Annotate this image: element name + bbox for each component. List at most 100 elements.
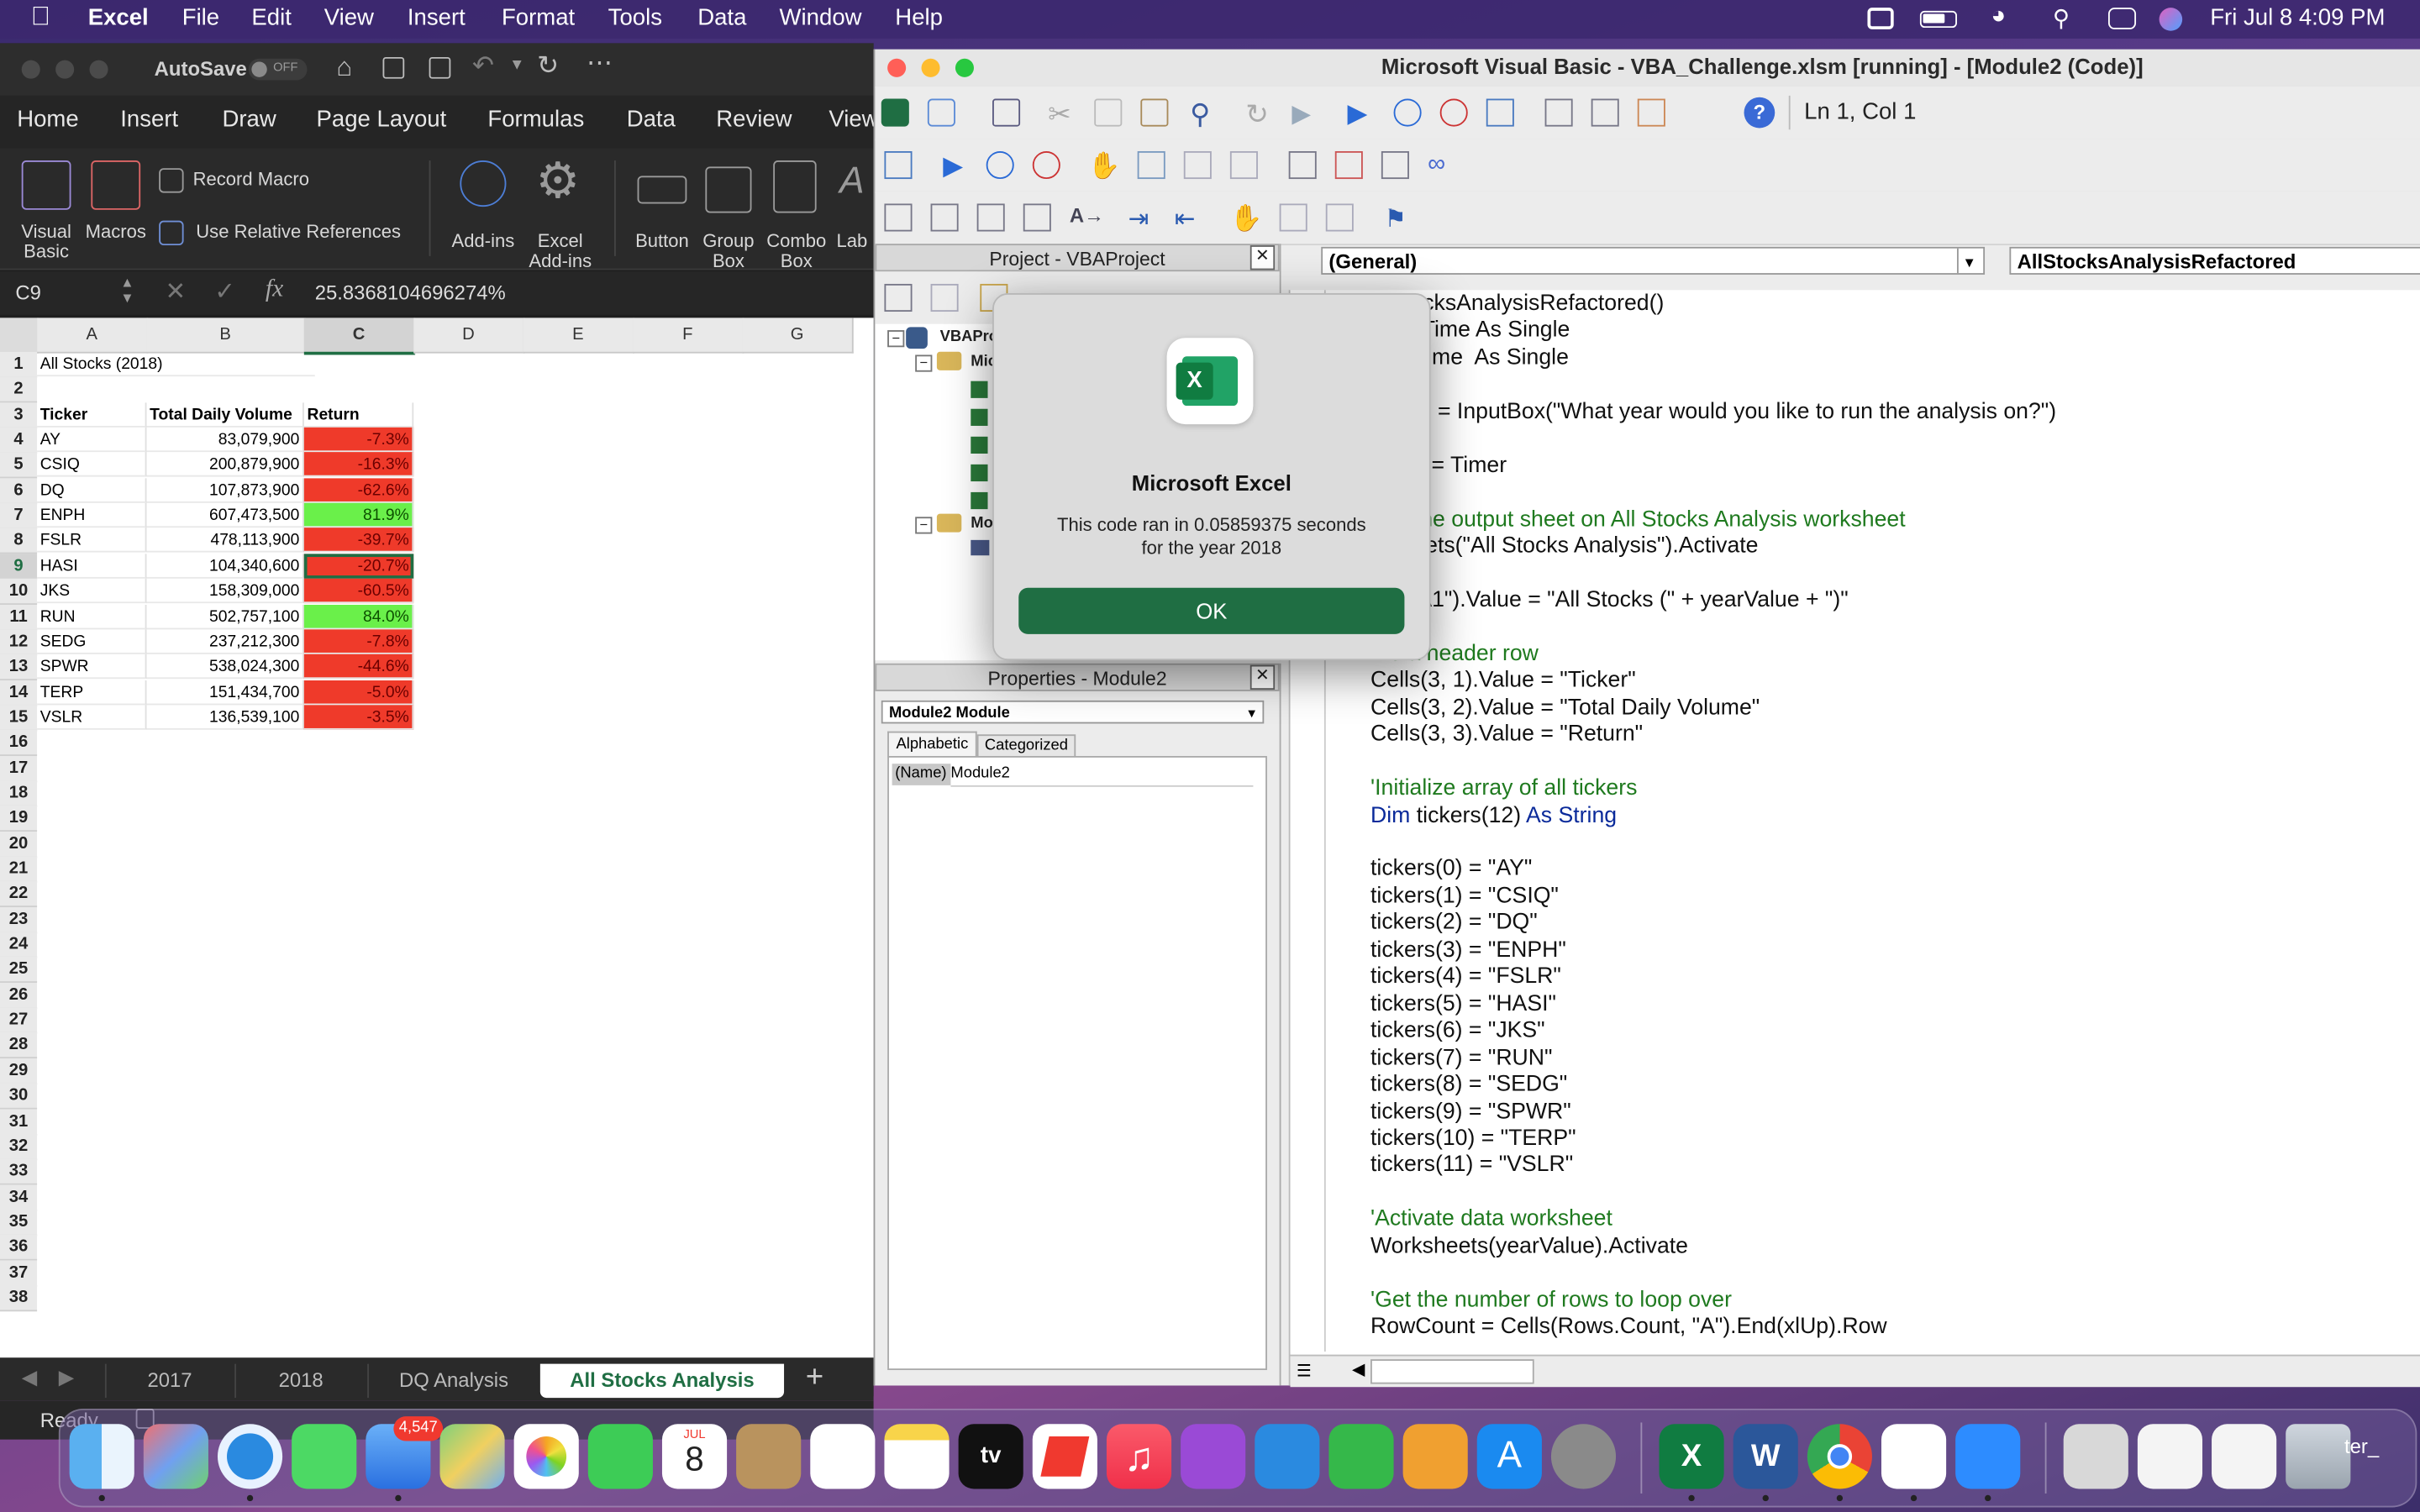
project-explorer-icon[interactable] [1544,98,1573,127]
pages-icon[interactable] [1402,1424,1468,1489]
row-header[interactable]: 10 [0,579,38,606]
view-excel-icon[interactable] [881,98,909,127]
visual-basic-button[interactable]: Visual Basic [15,157,76,265]
row-header[interactable]: 26 [0,982,38,1009]
row-header[interactable]: 15 [0,705,38,732]
header-cell-return[interactable]: Return [303,402,414,428]
launchpad-icon[interactable] [143,1424,208,1489]
row-header[interactable]: 27 [0,1007,38,1034]
more-icon[interactable]: ⋯ [587,48,613,79]
close-window-button[interactable] [21,60,40,79]
procedure-view-icon[interactable]: ☰ [1297,1361,1312,1381]
menu-file[interactable]: File [182,5,219,31]
outdent-icon[interactable]: ⇤ [1175,203,1202,233]
run-icon[interactable]: ▶ [1347,99,1375,129]
name-box-stepper-icon[interactable]: ▲ ▼ [120,275,134,306]
row-header[interactable]: 8 [0,528,38,555]
tab-alphabetic[interactable]: Alphabetic [887,731,977,758]
sheet-object-icon[interactable] [971,491,988,510]
code-line[interactable]: tickers(2) = "DQ" [1370,911,1538,935]
property-name-key[interactable]: (Name) [892,764,951,785]
row-header[interactable]: 37 [0,1259,38,1287]
menu-edit[interactable]: Edit [251,5,291,31]
save-as-icon[interactable] [429,56,451,79]
module-icon[interactable] [971,539,990,556]
quick-watch-icon[interactable]: ∞ [1428,151,1455,179]
sheet-object-icon[interactable] [971,436,988,454]
slack-icon[interactable] [1881,1424,1947,1489]
row-header[interactable]: 9 [0,554,38,580]
cancel-formula-icon[interactable]: ✕ [166,276,187,307]
parameter-info-icon[interactable] [1023,203,1051,232]
return-cell[interactable]: 81.9% [303,502,414,528]
name-box[interactable]: C9 [15,281,41,304]
safari-icon[interactable] [217,1424,283,1489]
sheet-object-icon[interactable] [971,464,988,482]
row-header[interactable]: 36 [0,1234,38,1262]
code-line[interactable]: RowCount = Cells(Rows.Count, "A").End(xl… [1370,1315,1887,1339]
volume-cell[interactable]: 200,879,900 [146,452,304,478]
downloads-stack-icon[interactable] [2063,1424,2128,1489]
continue-icon[interactable]: ▶ [943,151,971,181]
next-sheet-icon[interactable]: ▶ [59,1366,74,1390]
comment-block-icon[interactable] [1279,203,1307,232]
volume-cell[interactable]: 158,309,000 [146,579,304,604]
volume-cell[interactable]: 136,539,100 [146,705,304,730]
vba-close-button[interactable] [887,58,907,77]
return-cell[interactable]: -20.7% [303,554,414,579]
uncomment-block-icon[interactable] [1325,203,1354,232]
volume-cell[interactable]: 151,434,700 [146,680,304,705]
return-cell[interactable]: -60.5% [303,579,414,604]
combo-box-control[interactable]: Combo Box [764,157,829,270]
ticker-cell[interactable]: TERP [37,680,147,705]
tab-review[interactable]: Review [716,107,792,133]
paste-icon[interactable] [1140,98,1169,127]
macros-button[interactable]: Macros [85,157,146,249]
row-header[interactable]: 3 [0,402,38,429]
tab-draw[interactable]: Draw [222,107,276,133]
worksheet-grid[interactable]: ABCDEFG 1 2 3 4 5 6 7 8 9 10 11 12 13 14 15 16 17 18 19 20 2… [0,318,874,1358]
column-header-a[interactable]: A [37,318,149,354]
code-line[interactable]: Dim tickers(12) As String [1370,803,1617,827]
code-line[interactable]: Cells(3, 2).Value = "Total Daily Volume" [1370,696,1760,720]
bookmark-icon[interactable]: ⚑ [1385,203,1413,233]
podcasts-icon[interactable] [1181,1424,1246,1489]
code-line[interactable]: tickers(8) = "SEDG" [1370,1073,1567,1097]
save-icon[interactable] [382,56,405,79]
volume-cell[interactable]: 538,024,300 [146,654,304,680]
row-header[interactable]: 13 [0,654,38,681]
tree-collapse-icon[interactable]: − [915,354,933,372]
step-over-icon[interactable] [1183,151,1212,180]
save-icon[interactable] [992,98,1021,127]
complete-word-icon[interactable]: A→ [1070,203,1104,231]
numbers-icon[interactable] [1328,1424,1394,1489]
screen-record-icon[interactable] [1867,8,1894,29]
properties-object-combo[interactable]: Module2 Module ▼ [881,700,1265,724]
row-header[interactable]: 19 [0,806,38,832]
vba-minimize-button[interactable] [921,58,940,77]
object-combo[interactable]: (General) ▼ [1321,246,1986,275]
menu-data[interactable]: Data [697,5,746,31]
cut-icon[interactable]: ✂ [1048,99,1076,130]
document-stack-icon[interactable] [2212,1424,2277,1489]
immediate-window-icon[interactable] [1334,151,1363,180]
maps-icon[interactable] [439,1424,505,1489]
formula-input[interactable]: 25.8368104696274% [315,281,506,304]
form-button-control[interactable]: Button [629,157,694,250]
breakpoint-hand-icon[interactable]: ✋ [1230,203,1263,233]
list-constants-icon[interactable] [930,203,959,232]
zoom-window-button[interactable] [89,60,108,79]
column-header-b[interactable]: B [146,318,306,354]
row-header[interactable]: 31 [0,1108,38,1135]
code-line[interactable]: tickers(7) = "RUN" [1370,1046,1552,1070]
system-preferences-icon[interactable] [1550,1424,1617,1489]
row-header[interactable]: 2 [0,376,38,404]
code-line[interactable]: tickers(5) = "HASI" [1370,991,1556,1016]
project-close-icon[interactable]: ✕ [1249,245,1276,270]
menu-format[interactable]: Format [502,5,575,31]
row-header[interactable]: 1 [0,351,38,379]
prev-sheet-icon[interactable]: ◀ [22,1366,37,1390]
sheet-tab-all-stocks-analysis[interactable]: All Stocks Analysis [539,1363,785,1399]
battery-icon[interactable] [1919,10,1957,29]
menu-insert[interactable]: Insert [408,5,466,31]
